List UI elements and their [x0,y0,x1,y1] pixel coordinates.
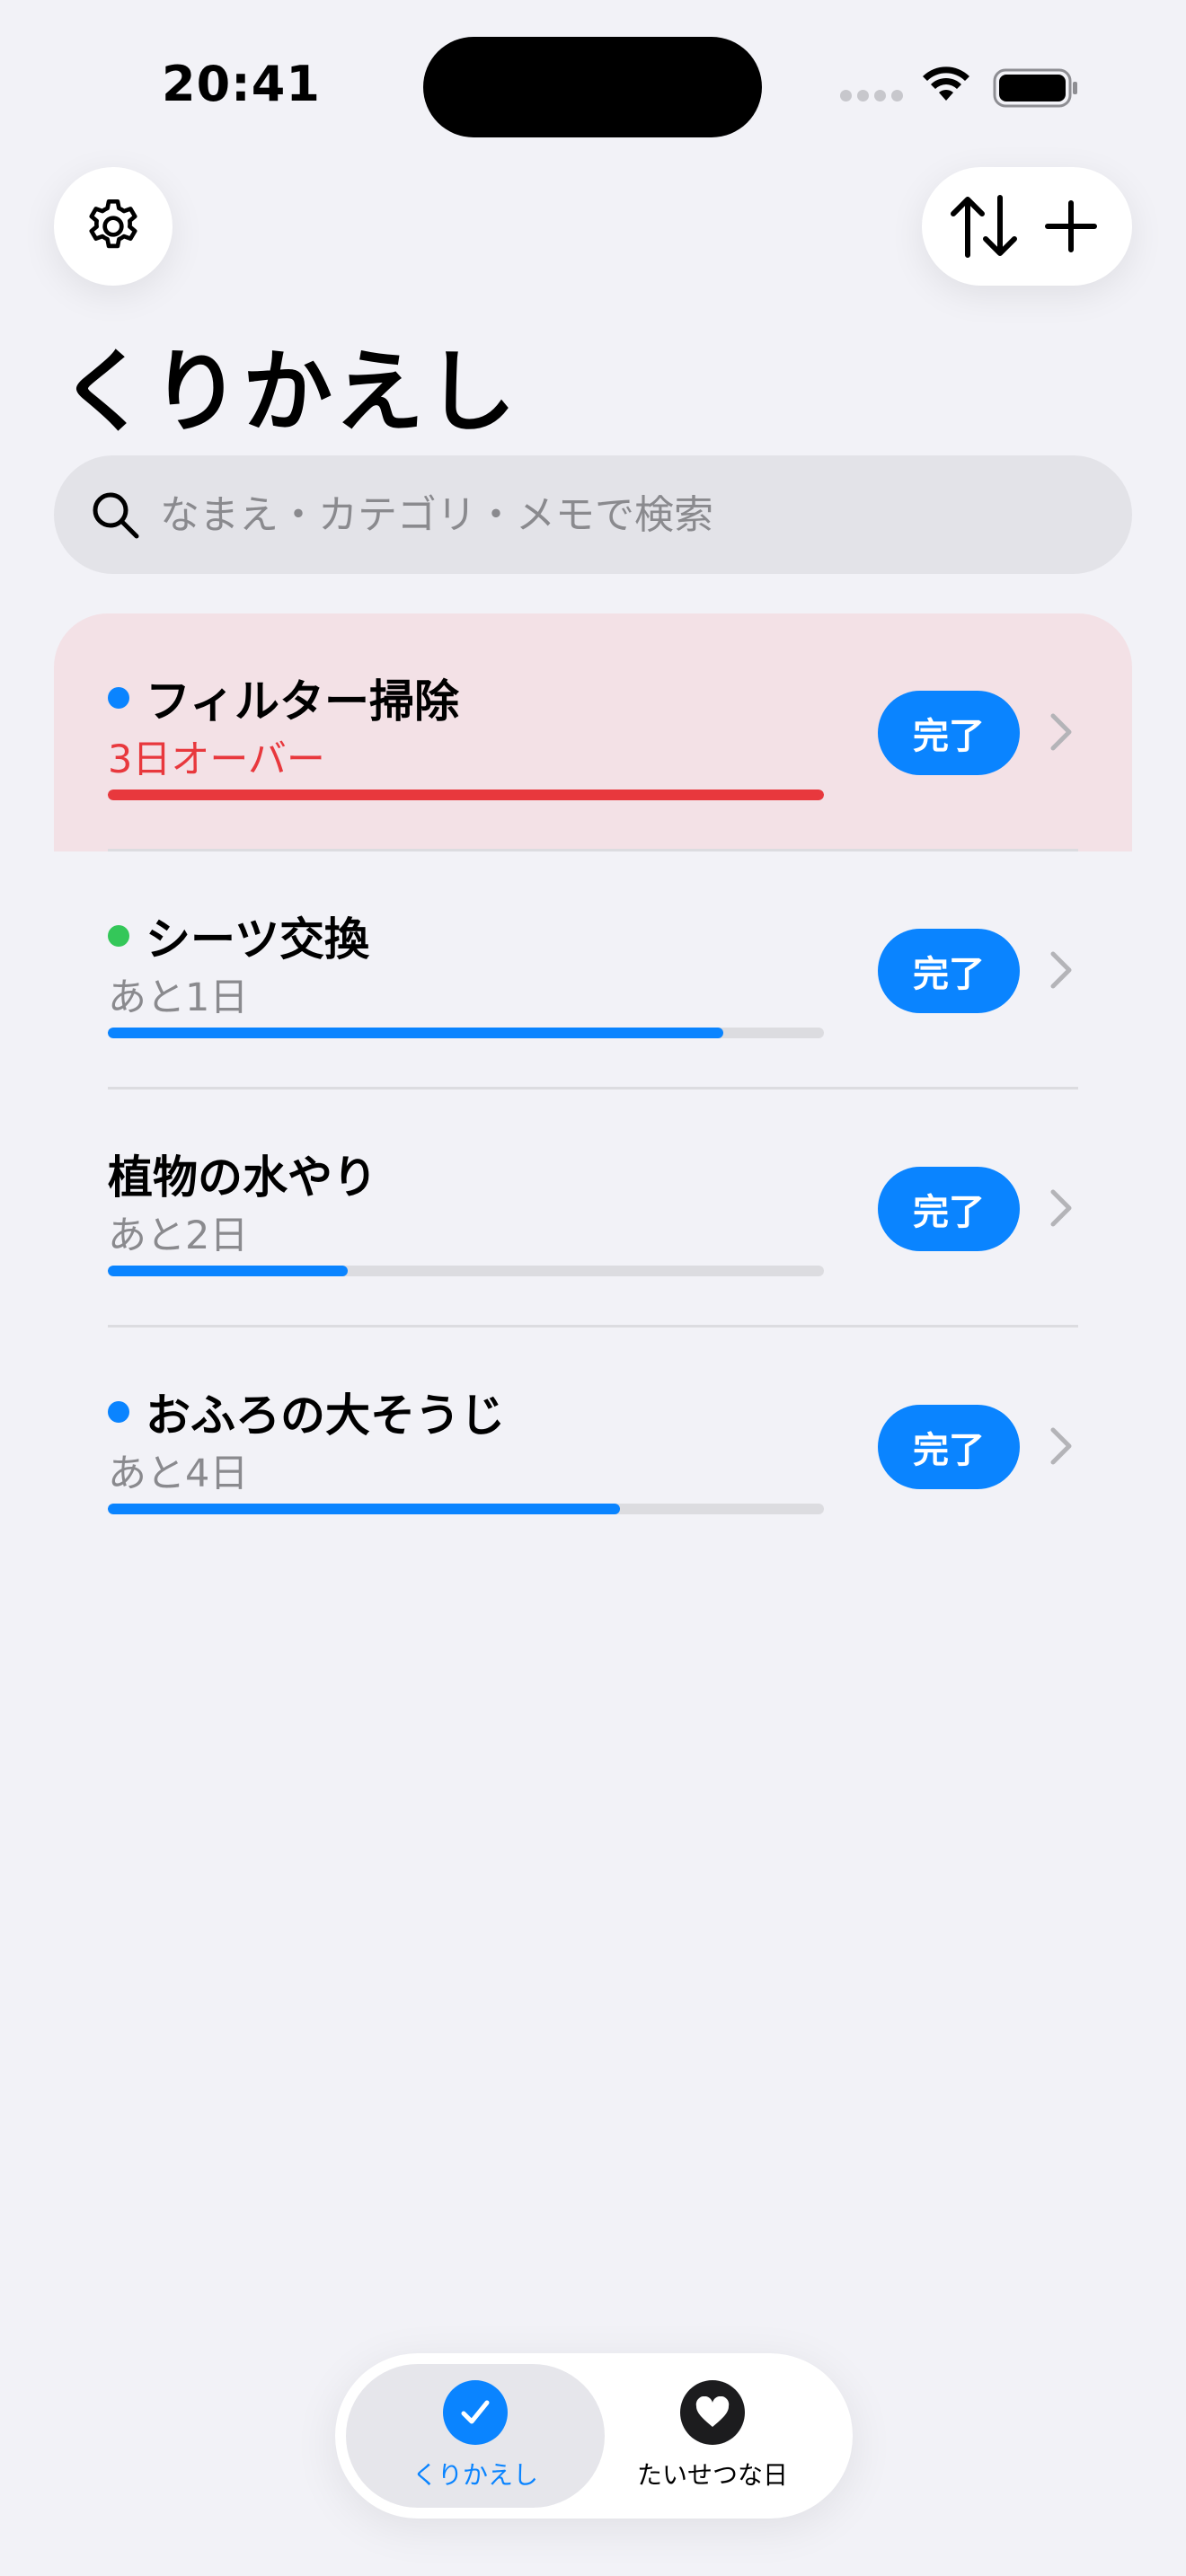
progress-fill [108,1504,620,1514]
gear-icon [89,198,137,249]
toolbar-actions [922,167,1132,286]
sort-button[interactable] [941,183,1027,269]
list-item[interactable]: 植物の水やり あと2日 完了 [54,1090,1132,1328]
item-status: あと4日 [108,1451,249,1496]
done-button[interactable]: 完了 [878,929,1020,1013]
list-item[interactable]: フィルター掃除 3日オーバー 完了 [54,613,1132,851]
item-title: 植物の水やり [108,1151,377,1204]
heart-icon [680,2380,745,2445]
tab-label: たいせつな日 [636,2460,788,2490]
category-dot [108,687,129,709]
progress-bar [108,790,824,800]
page-title: くりかえし [59,340,518,445]
row-title-group: フィルター掃除 [108,666,459,730]
sort-arrows-icon [950,195,1017,258]
progress-bar [108,1028,824,1038]
list-item[interactable]: シーツ交換 あと1日 完了 [54,851,1132,1090]
search-icon [93,492,139,539]
chevron-right-icon[interactable] [1049,1188,1073,1228]
done-button[interactable]: 完了 [878,691,1020,775]
progress-fill [108,1028,724,1038]
tab-kurikaeshi[interactable]: くりかえし [346,2364,605,2508]
chevron-right-icon[interactable] [1049,950,1073,990]
done-button[interactable]: 完了 [878,1167,1020,1251]
row-title-group: シーツ交換 [108,904,369,968]
done-button[interactable]: 完了 [878,1405,1020,1489]
chevron-right-icon[interactable] [1049,1426,1073,1466]
cellular-signal-icon [840,90,903,101]
item-title: おふろの大そうじ [146,1389,505,1442]
list-item[interactable]: おふろの大そうじ あと4日 完了 [54,1328,1132,1566]
item-title: シーツ交換 [146,913,369,966]
progress-fill [108,790,824,800]
item-status: あと2日 [108,1213,249,1258]
task-list: フィルター掃除 3日オーバー 完了 シーツ交換 あと1日 完了 植物の水やり あ… [54,613,1132,1566]
search-bar[interactable] [54,455,1132,574]
item-title: フィルター掃除 [146,675,459,728]
plus-icon [1044,200,1097,252]
row-title-group: おふろの大そうじ [108,1380,505,1444]
wifi-icon [923,66,969,101]
item-status: あと1日 [108,975,249,1020]
add-button[interactable] [1028,183,1114,269]
screen: 20:41 くりかえし なまえ・カテゴリ・メモで検索 フィルター掃除 3日オーバ… [0,0,1186,2576]
settings-button[interactable] [54,167,173,286]
row-title-group: 植物の水やり [108,1142,377,1206]
chevron-right-icon[interactable] [1049,712,1073,752]
dynamic-island [423,37,762,137]
progress-bar [108,1266,824,1276]
status-time: 20:41 [162,56,321,112]
battery-icon [993,68,1077,108]
progress-bar [108,1504,824,1514]
tab-label: くりかえし [412,2460,538,2490]
tab-taisetsu-na-hi[interactable]: たいせつな日 [583,2364,842,2508]
search-input[interactable] [160,491,1094,538]
checkmark-icon [443,2380,508,2445]
category-dot [108,1401,129,1423]
tab-bar: くりかえし たいせつな日 [335,2353,853,2519]
category-dot [108,925,129,947]
progress-fill [108,1266,348,1276]
item-status: 3日オーバー [108,737,325,782]
